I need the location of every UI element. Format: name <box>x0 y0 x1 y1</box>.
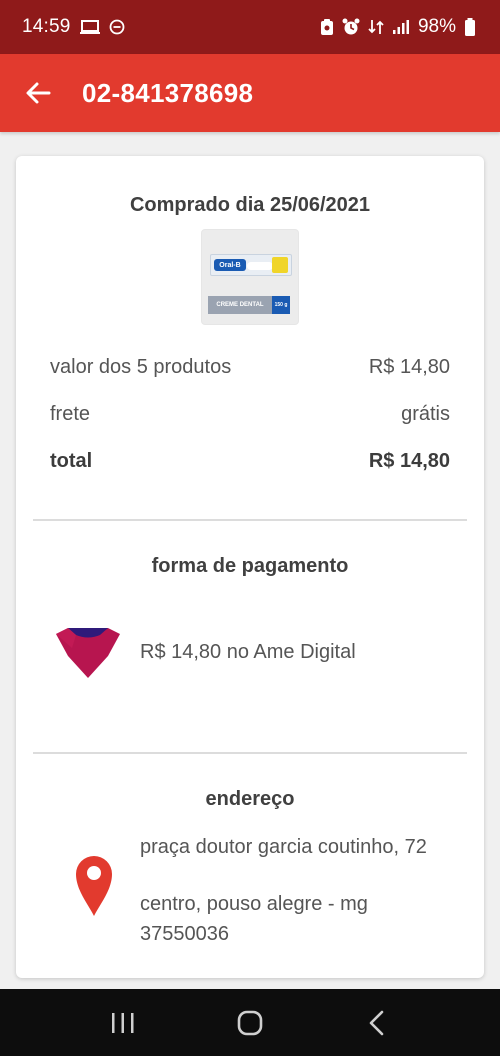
alarm-icon <box>342 18 360 35</box>
recent-apps-button[interactable] <box>93 993 153 1053</box>
arrow-left-icon <box>26 82 51 104</box>
signal-icon <box>392 20 409 34</box>
home-icon <box>237 1010 263 1035</box>
total-row: total R$ 14,80 <box>50 450 450 473</box>
freight-label: frete <box>50 403 91 425</box>
home-button[interactable] <box>220 993 280 1053</box>
navigation-bar <box>0 989 500 1056</box>
payment-section-title: forma de pagamento <box>151 555 349 577</box>
clipboard-icon <box>320 19 333 35</box>
products-value-row: valor dos 5 produtos R$ 14,80 <box>50 356 450 379</box>
freight-row: frete grátis <box>50 403 450 426</box>
total-label: total <box>50 450 93 472</box>
location-pin-icon <box>76 856 112 916</box>
product-brand: Oral-B <box>214 259 246 271</box>
laptop-icon <box>79 20 100 34</box>
products-value-label: valor dos 5 produtos <box>50 356 232 378</box>
divider <box>33 752 467 754</box>
status-right: 98% <box>320 16 476 38</box>
purchase-date: Comprado dia 25/06/2021 <box>129 194 371 216</box>
status-time: 14:59 <box>22 16 71 37</box>
order-details-card: Comprado dia 25/06/2021 Oral-B CREME DEN… <box>16 156 484 978</box>
address-zip: 37550036 <box>140 923 229 945</box>
total-value: R$ 14,80 <box>368 450 450 472</box>
product-weight: 150 g <box>272 296 290 314</box>
status-left: 14:59 <box>22 16 125 38</box>
back-icon <box>369 1010 383 1035</box>
freight-value: grátis <box>401 403 450 425</box>
address-city: centro, pouso alegre - mg <box>140 893 368 915</box>
status-bar: 14:59 98% <box>0 0 500 54</box>
back-button[interactable] <box>18 73 58 113</box>
product-flash <box>272 257 288 273</box>
product-thumbnail[interactable]: Oral-B CREME DENTAL 150 g <box>201 229 299 325</box>
product-package: Oral-B <box>210 254 292 276</box>
ame-digital-icon <box>56 628 120 678</box>
payment-description: R$ 14,80 no Ame Digital <box>140 641 356 663</box>
address-section-title: endereço <box>205 788 295 810</box>
battery-level: 98% <box>417 16 456 37</box>
products-value-amount: R$ 14,80 <box>368 356 450 378</box>
battery-icon <box>465 18 475 36</box>
product-label: CREME DENTAL <box>208 296 272 314</box>
divider <box>33 519 467 521</box>
recent-apps-icon <box>112 1012 134 1033</box>
app-bar: 02-841378698 <box>0 54 500 132</box>
data-transfer-icon <box>368 20 384 34</box>
order-number-title: 02-841378698 <box>82 77 254 108</box>
do-not-disturb-icon <box>109 19 124 35</box>
address-street: praça doutor garcia coutinho, 72 <box>140 836 427 858</box>
system-back-button[interactable] <box>347 993 407 1053</box>
product-tube <box>247 262 273 270</box>
